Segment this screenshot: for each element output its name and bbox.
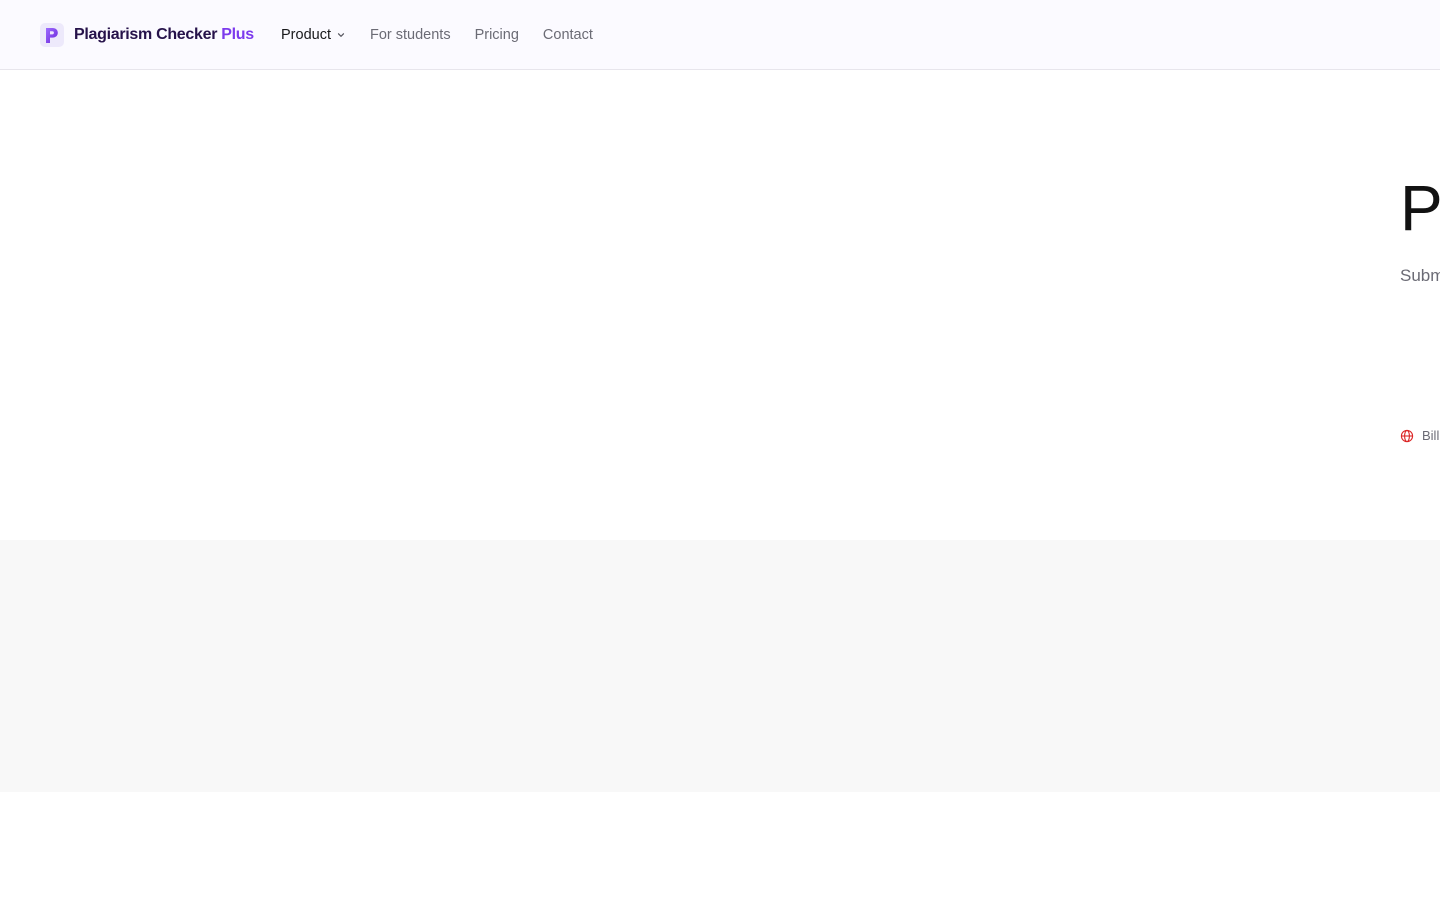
nav-product-dropdown[interactable]: Product (281, 27, 345, 43)
nav-pricing-link[interactable]: Pricing (475, 27, 519, 43)
globe-icon (1400, 429, 1414, 443)
p-letter-logo-icon (40, 23, 64, 47)
brand-name: Plagiarism Checker Plus (74, 26, 254, 44)
hero-meta: Bill (1400, 428, 1439, 443)
brand-home-link[interactable]: Plagiarism Checker Plus (40, 23, 254, 47)
main-nav: Product For students Pricing Contact (281, 0, 593, 70)
nav-contact-link[interactable]: Contact (543, 27, 593, 43)
hero-description: Subm work web deliv perc (1400, 266, 1440, 285)
page: Plagiarism Checker Plus Product For stud… (0, 0, 1440, 900)
hero-meta-label: Bill (1422, 428, 1440, 443)
nav-for-students-link[interactable]: For students (370, 27, 451, 43)
gray-content-band (0, 540, 1440, 792)
nav-product-label: Product (281, 27, 331, 43)
hero-title: P (1400, 172, 1440, 244)
top-navbar: Plagiarism Checker Plus Product For stud… (0, 0, 1440, 70)
chevron-down-icon (337, 32, 345, 38)
brand-name-accent: Plus (221, 26, 254, 43)
brand-name-main: Plagiarism Checker (74, 26, 218, 43)
